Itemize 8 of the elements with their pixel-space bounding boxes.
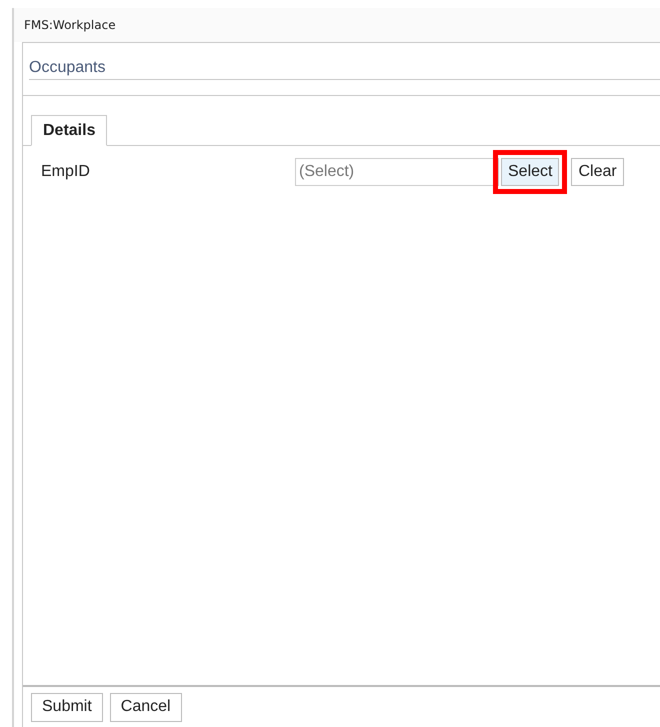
tab[interactable]: Details [31, 115, 108, 146]
input-field[interactable]: (Select) [295, 158, 499, 186]
section-title: Occupants [29, 59, 660, 80]
button[interactable]: Submit [31, 692, 103, 722]
field-label: EmpID [41, 163, 91, 181]
button[interactable]: Cancel [110, 692, 182, 722]
button[interactable]: Clear [571, 158, 624, 186]
window-title: FMS:Workplace [24, 18, 116, 32]
